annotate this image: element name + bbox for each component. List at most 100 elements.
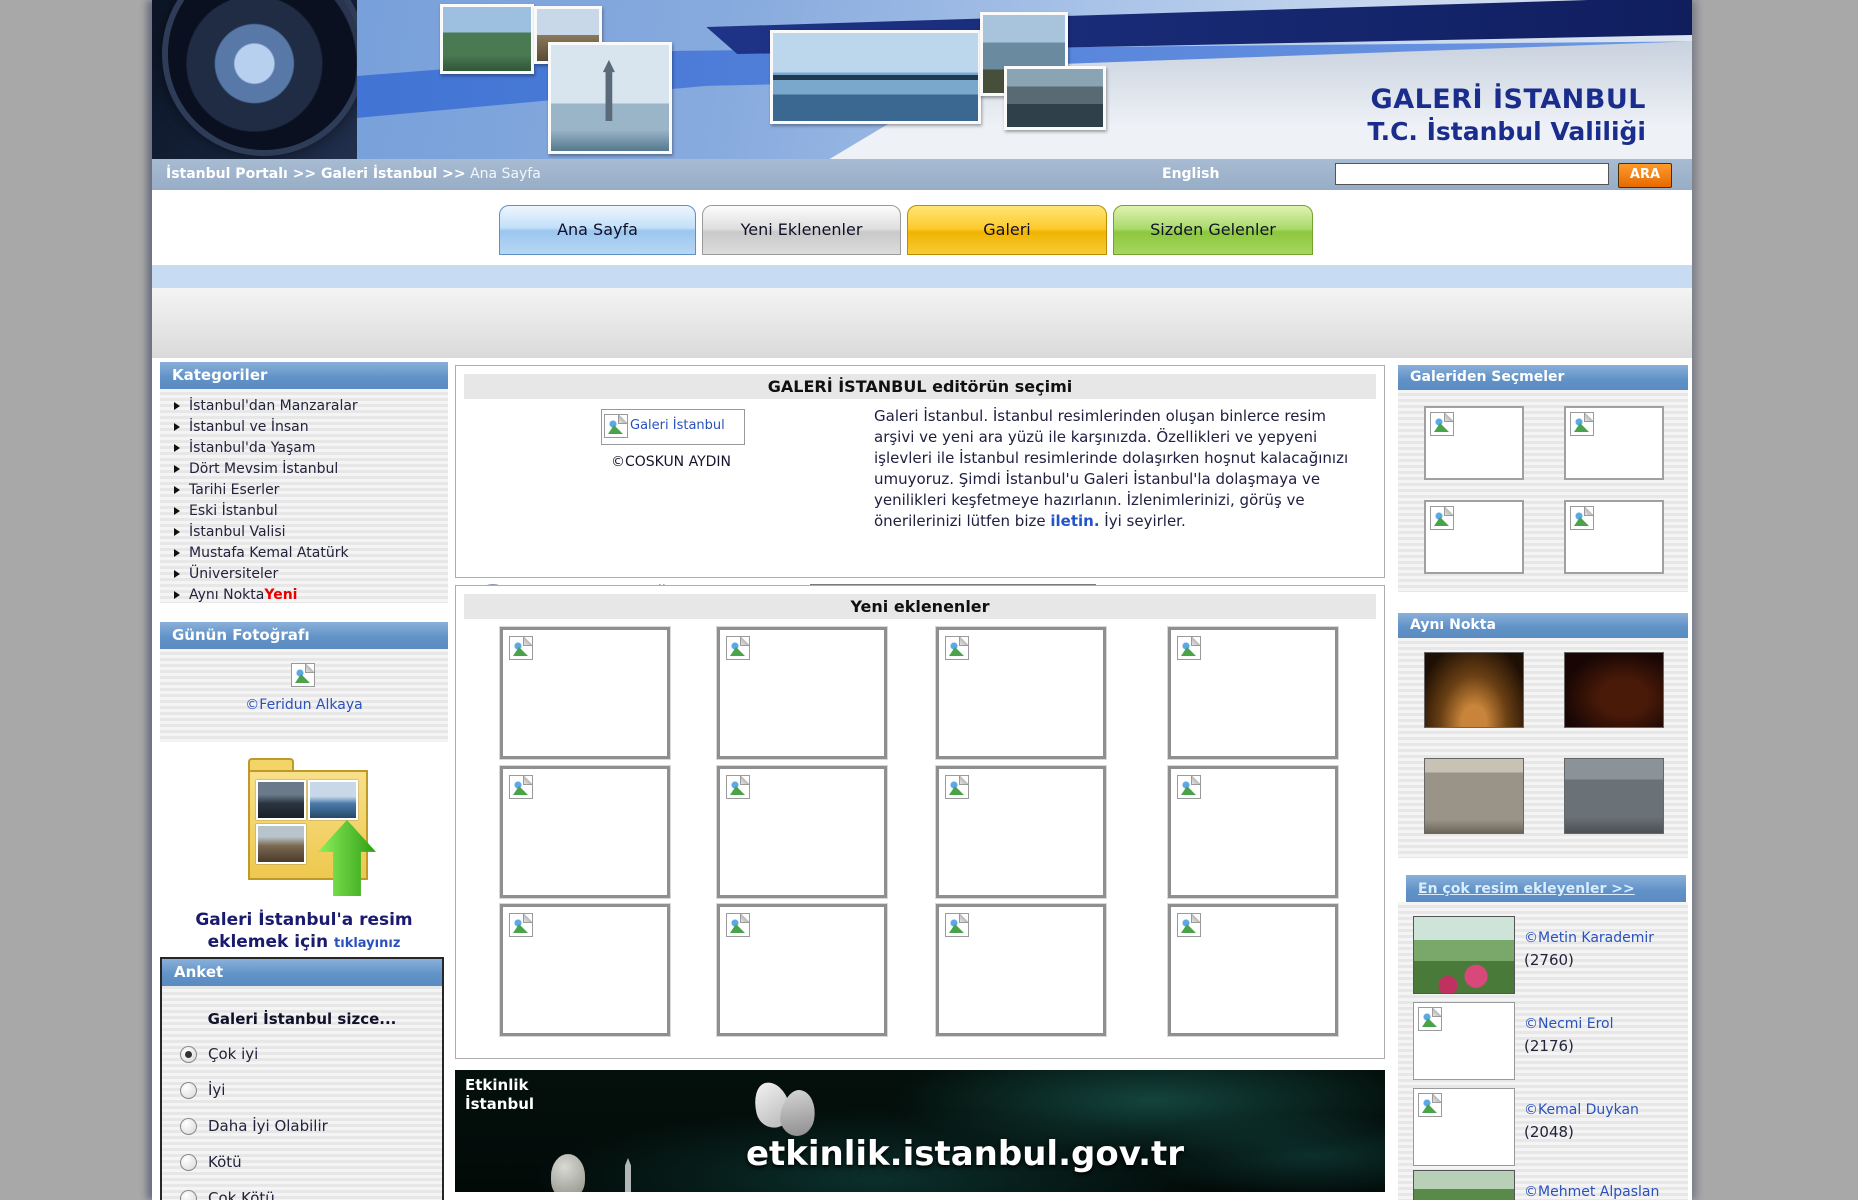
photo-placeholder[interactable]	[500, 766, 670, 898]
uploader-name-link[interactable]: ©Necmi Erol	[1524, 1016, 1614, 1032]
uploader-name-link[interactable]: ©Mehmet Alpaslan	[1524, 1184, 1659, 1200]
photo-placeholder[interactable]	[717, 627, 887, 759]
photo-thumbnail[interactable]	[1424, 652, 1524, 728]
sidebar-category-item[interactable]: İstanbul Valisi	[160, 521, 448, 542]
new-badge: Yeni	[264, 587, 297, 603]
desktop-background: { "header": { "title_line1": "GALERİ İST…	[0, 0, 1858, 1200]
photo-placeholder[interactable]	[1424, 500, 1524, 574]
sidebar-category-item[interactable]: Eski İstanbul	[160, 500, 448, 521]
category-label: Eski İstanbul	[189, 503, 278, 519]
site-title-line2: T.C. İstanbul Valiliği	[1367, 117, 1646, 148]
uploader-photo[interactable]	[1413, 916, 1515, 994]
sidebar-category-item[interactable]: Aynı NoktaYeni	[160, 584, 448, 603]
bullet-triangle-icon	[174, 528, 180, 536]
broken-image-icon	[726, 636, 750, 660]
ara-search-button[interactable]: ARA	[1618, 163, 1672, 188]
photo-placeholder[interactable]	[717, 904, 887, 1036]
category-label: Tarihi Eserler	[189, 482, 279, 498]
photo-placeholder[interactable]	[1168, 904, 1338, 1036]
broken-image-icon	[1418, 1093, 1442, 1117]
poll-options: Çok iyiİyi Daha İyi Olabilir KötüÇok Kötü	[162, 1036, 442, 1200]
photo-placeholder[interactable]	[500, 904, 670, 1036]
photo-placeholder[interactable]	[936, 627, 1106, 759]
photo-placeholder[interactable]	[1413, 1088, 1515, 1166]
sidebar-category-item[interactable]: İstanbul ve İnsan	[160, 416, 448, 437]
sidebar-category-item[interactable]: İstanbul'dan Manzaralar	[160, 395, 448, 416]
sidebar-category-item[interactable]: İstanbul'da Yaşam	[160, 437, 448, 458]
poll-option[interactable]: Kötü	[162, 1144, 442, 1180]
etkinlik-banner[interactable]: Etkinlik İstanbul etkinlik.istanbul.gov.…	[455, 1070, 1385, 1192]
poll-option-label: Daha İyi Olabilir	[208, 1117, 328, 1135]
breadcrumb-links[interactable]: İstanbul Portalı >> Galeri İstanbul >>	[166, 166, 466, 182]
broken-image-icon	[726, 775, 750, 799]
editor-pick-thumbnail[interactable]: Galeri İstanbul	[601, 409, 745, 445]
editor-pick-title: GALERİ İSTANBUL editörün seçimi	[464, 374, 1376, 399]
sidebar-category-item[interactable]: Dört Mevsim İstanbul	[160, 458, 448, 479]
iletin-link[interactable]: iletin.	[1050, 512, 1099, 530]
bosphorus-bridge-photo	[770, 30, 981, 124]
poll-option[interactable]: Daha İyi Olabilir	[162, 1108, 442, 1144]
tab-yeni-eklenenler[interactable]: Yeni Eklenenler	[702, 205, 901, 255]
uploader-name-link[interactable]: ©Metin Karademir	[1524, 930, 1654, 946]
header-search-input[interactable]	[1335, 163, 1609, 185]
upload-folder-graphic[interactable]	[248, 758, 368, 880]
broken-image-icon[interactable]	[291, 663, 315, 687]
photo-placeholder[interactable]	[1168, 766, 1338, 898]
photo-placeholder[interactable]	[1424, 406, 1524, 480]
photo-placeholder[interactable]	[936, 904, 1106, 1036]
sidebar-category-item[interactable]: Mustafa Kemal Atatürk	[160, 542, 448, 563]
categories-header: Kategoriler	[160, 362, 448, 389]
editor-photo-credit: ©COSKUN AYDIN	[556, 454, 786, 470]
photo-thumbnail[interactable]	[1424, 758, 1524, 834]
uploader-count: (2048)	[1524, 1123, 1639, 1141]
top-uploaders-link[interactable]: En çok resim ekleyenler >>	[1418, 881, 1635, 897]
radio-button[interactable]	[180, 1190, 197, 1200]
breadcrumb-bar: İstanbul Portalı >> Galeri İstanbul >> A…	[152, 159, 1692, 190]
sidebar-category-item[interactable]: Tarihi Eserler	[160, 479, 448, 500]
bullet-triangle-icon	[174, 402, 180, 410]
tab-galeri[interactable]: Galeri	[907, 205, 1107, 255]
poll-option[interactable]: Çok Kötü	[162, 1180, 442, 1200]
new-additions-title: Yeni eklenenler	[464, 594, 1376, 619]
add-photo-line1: Galeri İstanbul'a resim	[160, 910, 448, 930]
breadcrumb-current: Ana Sayfa	[466, 166, 541, 182]
folder-photo-thumb	[256, 824, 306, 864]
uploader-item: ©Mehmet Alpaslan	[1398, 1170, 1688, 1200]
poll-option[interactable]: Çok iyi	[162, 1036, 442, 1072]
photo-thumbnail[interactable]	[1564, 652, 1664, 728]
broken-image-icon	[726, 913, 750, 937]
bullet-triangle-icon	[174, 423, 180, 431]
photo-placeholder[interactable]	[1168, 627, 1338, 759]
radio-button[interactable]	[180, 1154, 197, 1171]
radio-button[interactable]	[180, 1118, 197, 1135]
tab-ana-sayfa[interactable]: Ana Sayfa	[499, 205, 696, 255]
poll-option[interactable]: İyi	[162, 1072, 442, 1108]
sidebar-category-item[interactable]: Üniversiteler	[160, 563, 448, 584]
tab-strip: Ana Sayfa Yeni Eklenenler Galeri Sizden …	[152, 190, 1692, 265]
uploader-photo[interactable]	[1413, 1170, 1515, 1200]
photo-placeholder[interactable]	[1564, 406, 1664, 480]
tab-sizden-gelenler[interactable]: Sizden Gelenler	[1113, 205, 1313, 255]
uploader-info: ©Necmi Erol(2176)	[1524, 1016, 1614, 1055]
photo-placeholder[interactable]	[1564, 500, 1664, 574]
uploader-item: ©Metin Karademir(2760)	[1398, 916, 1688, 1000]
category-list: İstanbul'dan Manzaralarİstanbul ve İnsan…	[160, 389, 448, 603]
photo-of-day-credit-link[interactable]: ©Feridun Alkaya	[160, 697, 448, 713]
radio-button[interactable]	[180, 1046, 197, 1063]
photo-placeholder[interactable]	[717, 766, 887, 898]
photo-placeholder[interactable]	[936, 766, 1106, 898]
breadcrumb[interactable]: İstanbul Portalı >> Galeri İstanbul >> A…	[166, 159, 541, 190]
english-link[interactable]: English	[1162, 159, 1219, 190]
header-banner: GALERİ İSTANBUL T.C. İstanbul Valiliği	[152, 0, 1692, 159]
bullet-triangle-icon	[174, 465, 180, 473]
radio-button[interactable]	[180, 1082, 197, 1099]
photo-placeholder[interactable]	[500, 627, 670, 759]
uploader-info: ©Metin Karademir(2760)	[1524, 930, 1654, 969]
maiden-tower-photo	[548, 42, 672, 154]
photo-placeholder[interactable]	[1413, 1002, 1515, 1080]
add-photo-link[interactable]: Galeri İstanbul'a resim eklemek için tık…	[160, 910, 448, 952]
category-label: İstanbul'da Yaşam	[189, 440, 316, 456]
tiklayiniz-link[interactable]: tıklayınız	[334, 936, 400, 951]
photo-thumbnail[interactable]	[1564, 758, 1664, 834]
uploader-name-link[interactable]: ©Kemal Duykan	[1524, 1102, 1639, 1118]
